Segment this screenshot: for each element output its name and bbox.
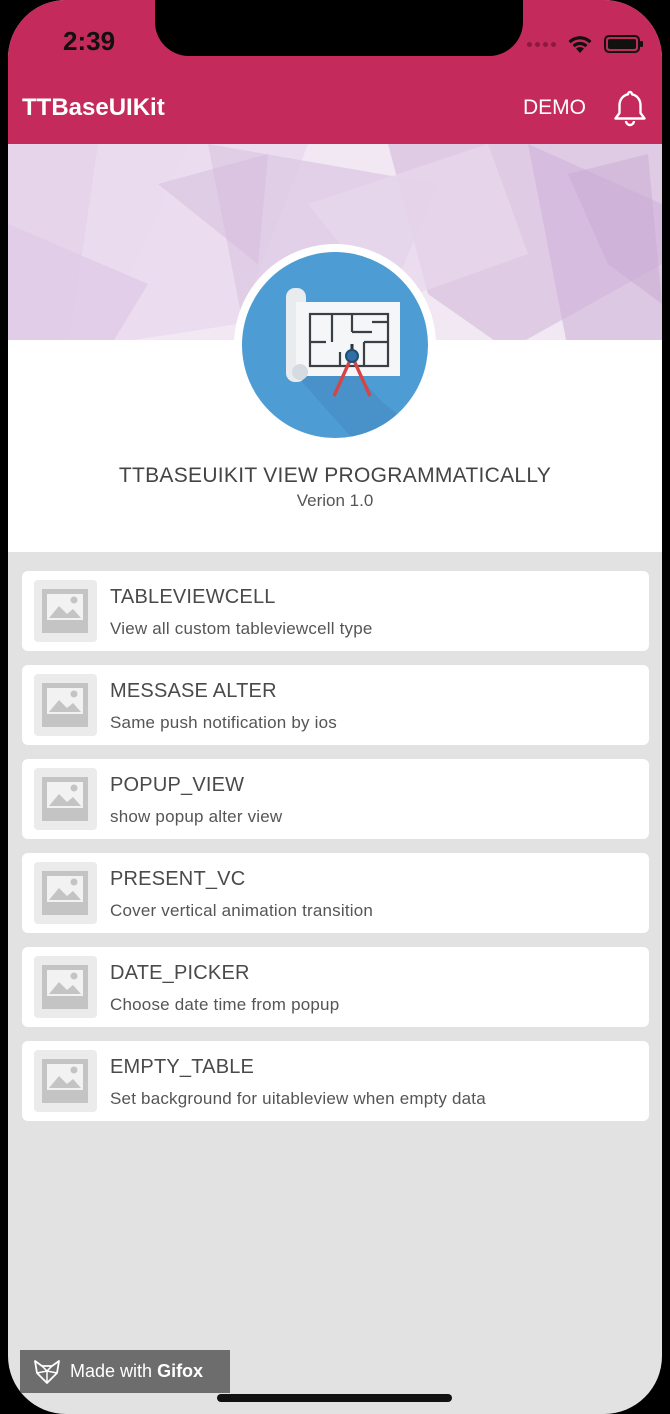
list-item-subtitle: Set background for uitableview when empt…: [110, 1089, 486, 1108]
list-item-subtitle: View all custom tableviewcell type: [110, 619, 373, 638]
image-placeholder-icon: [34, 1050, 97, 1112]
image-placeholder-icon: [34, 768, 97, 830]
header-title: TTBASEUIKIT VIEW PROGRAMMATICALLY: [118, 464, 552, 487]
list-item-title: DATE_PICKER: [110, 962, 250, 984]
phone-screen: 2:39 TTBaseUIKit DEMO TTBASEUIKIT VIEW P…: [8, 0, 662, 1414]
logo-badge: [234, 244, 436, 446]
device-notch: [155, 0, 523, 56]
demo-button[interactable]: DEMO: [523, 96, 586, 120]
list-item-date-picker[interactable]: DATE_PICKER Choose date time from popup: [22, 947, 649, 1027]
list-item-title: PRESENT_VC: [110, 868, 246, 890]
image-placeholder-icon: [34, 580, 97, 642]
gifox-label: Made with Gifox: [70, 1361, 203, 1382]
blueprint-drawing: [286, 288, 428, 438]
navigation-bar: 2:39 TTBaseUIKit DEMO: [8, 0, 662, 144]
blueprint-logo: [242, 252, 428, 438]
list-item-tableviewcell[interactable]: TABLEVIEWCELL View all custom tableviewc…: [22, 571, 649, 651]
list-item-popup-view[interactable]: POPUP_VIEW show popup alter view: [22, 759, 649, 839]
menu-list: TABLEVIEWCELL View all custom tableviewc…: [22, 571, 649, 1135]
list-item-subtitle: show popup alter view: [110, 807, 283, 826]
status-time: 2:39: [63, 26, 116, 56]
list-item-title: EMPTY_TABLE: [110, 1056, 255, 1078]
home-indicator[interactable]: [217, 1394, 452, 1402]
header-panel: TTBASEUIKIT VIEW PROGRAMMATICALLY Verion…: [8, 144, 662, 552]
gifox-watermark: Made with Gifox: [20, 1350, 230, 1393]
image-placeholder-icon: [34, 956, 97, 1018]
list-item-subtitle: Same push notification by ios: [110, 713, 337, 732]
gifox-fox-icon: [34, 1360, 60, 1384]
list-item-empty-table[interactable]: EMPTY_TABLE Set background for uitablevi…: [22, 1041, 649, 1121]
list-item-subtitle: Cover vertical animation transition: [110, 901, 374, 920]
list-item-title: TABLEVIEWCELL: [110, 586, 276, 608]
battery-icon: [604, 35, 643, 53]
list-item-title: MESSASE ALTER: [110, 680, 277, 702]
list-item-present-vc[interactable]: PRESENT_VC Cover vertical animation tran…: [22, 853, 649, 933]
list-item-title: POPUP_VIEW: [110, 774, 245, 796]
list-item-message-alter[interactable]: MESSASE ALTER Same push notification by …: [22, 665, 649, 745]
gifox-prefix: Made with: [70, 1361, 153, 1381]
list-item-subtitle: Choose date time from popup: [110, 995, 340, 1014]
nav-title: TTBaseUIKit: [22, 94, 165, 121]
header-version: Verion 1.0: [296, 491, 374, 510]
signal-dots-icon: [527, 41, 556, 47]
wifi-icon: [568, 36, 592, 53]
image-placeholder-icon: [34, 862, 97, 924]
status-icons: [527, 34, 643, 54]
bell-icon[interactable]: [610, 88, 650, 128]
image-placeholder-icon: [34, 674, 97, 736]
gifox-brand: Gifox: [157, 1361, 204, 1381]
